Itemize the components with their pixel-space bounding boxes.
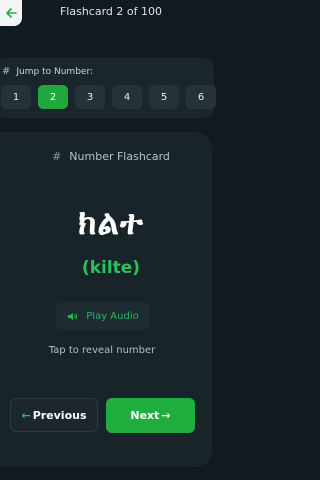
previous-button[interactable]: ← Previous — [10, 398, 98, 432]
arrow-left-icon: ← — [21, 408, 31, 422]
next-button[interactable]: Next → — [106, 398, 195, 433]
play-audio-button[interactable]: Play Audio — [56, 302, 150, 330]
previous-label: Previous — [32, 408, 87, 422]
play-audio-label: Play Audio — [86, 310, 139, 322]
next-label: Next — [130, 409, 160, 422]
reveal-hint: Tap to reveal number — [48, 345, 156, 356]
page-title: Flashcard 2 of 100 — [59, 5, 162, 18]
arrow-right-icon: → — [161, 409, 171, 422]
flashcard-word: ክልተ — [78, 203, 144, 243]
hash-icon: # — [2, 66, 11, 77]
number-button-1[interactable]: 1 — [1, 85, 31, 109]
number-button-4[interactable]: 4 — [112, 85, 142, 109]
jump-label: # Jump to Number: — [2, 66, 93, 77]
hash-icon: # — [52, 150, 62, 163]
header: Flashcard 2 of 100 — [0, 0, 222, 34]
number-button-5[interactable]: 5 — [149, 85, 179, 109]
number-button-6[interactable]: 6 — [186, 85, 216, 109]
card-title: # Number Flashcard — [0, 150, 222, 163]
number-row: 1 2 3 4 5 6 — [0, 85, 222, 111]
speaker-icon — [68, 312, 78, 320]
number-button-2[interactable]: 2 — [38, 85, 68, 109]
transliteration: (kilte) — [81, 258, 141, 278]
number-button-3[interactable]: 3 — [75, 85, 105, 109]
card-title-text: Number Flashcard — [69, 150, 170, 163]
jump-label-text: Jump to Number: — [16, 66, 94, 77]
